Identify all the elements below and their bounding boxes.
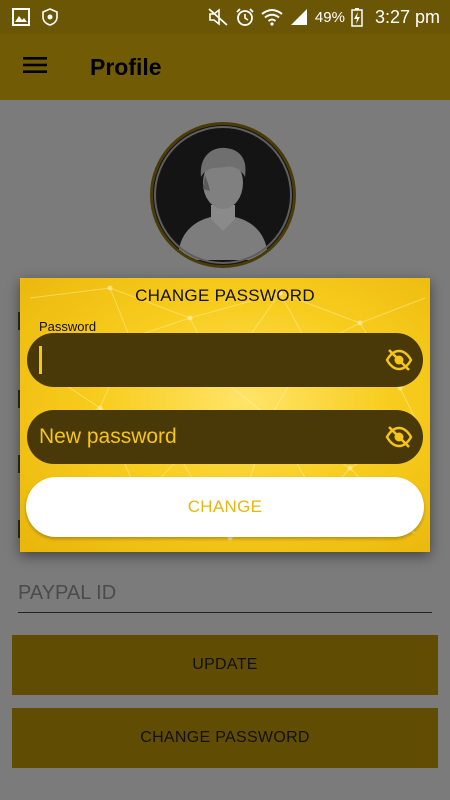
new-password-placeholder: New password — [39, 425, 177, 448]
alarm-icon — [235, 7, 255, 27]
update-button[interactable]: UPDATE — [12, 635, 438, 695]
new-password-input[interactable]: New password — [27, 410, 423, 464]
change-password-button[interactable]: CHANGE PASSWORD — [12, 708, 438, 768]
paypal-id-field[interactable]: PAYPAL ID — [18, 582, 432, 613]
text-cursor — [39, 346, 42, 374]
change-button[interactable]: CHANGE — [26, 477, 424, 537]
gallery-icon — [12, 8, 30, 26]
current-password-input[interactable] — [27, 333, 423, 387]
battery-percent: 49% — [314, 8, 345, 26]
eye-off-icon[interactable] — [385, 346, 413, 374]
mute-icon — [207, 7, 229, 27]
status-bar: 49% 3:27 pm — [0, 0, 450, 34]
wifi-icon — [261, 8, 283, 26]
shield-icon — [42, 8, 58, 26]
hamburger-menu-icon — [23, 55, 47, 80]
eye-off-icon[interactable] — [385, 423, 413, 451]
password-label: Password — [39, 319, 97, 334]
app-bar: Profile — [0, 34, 450, 100]
page-title: Profile — [90, 53, 162, 80]
signal-icon — [289, 8, 309, 26]
clock: 3:27 pm — [374, 6, 440, 27]
menu-button[interactable] — [0, 34, 70, 100]
avatar-ring — [154, 126, 292, 264]
dialog-title: CHANGE PASSWORD — [135, 286, 315, 305]
change-password-dialog: CHANGE PASSWORD Password New password CH… — [20, 278, 430, 552]
battery-charging-icon — [351, 7, 363, 27]
